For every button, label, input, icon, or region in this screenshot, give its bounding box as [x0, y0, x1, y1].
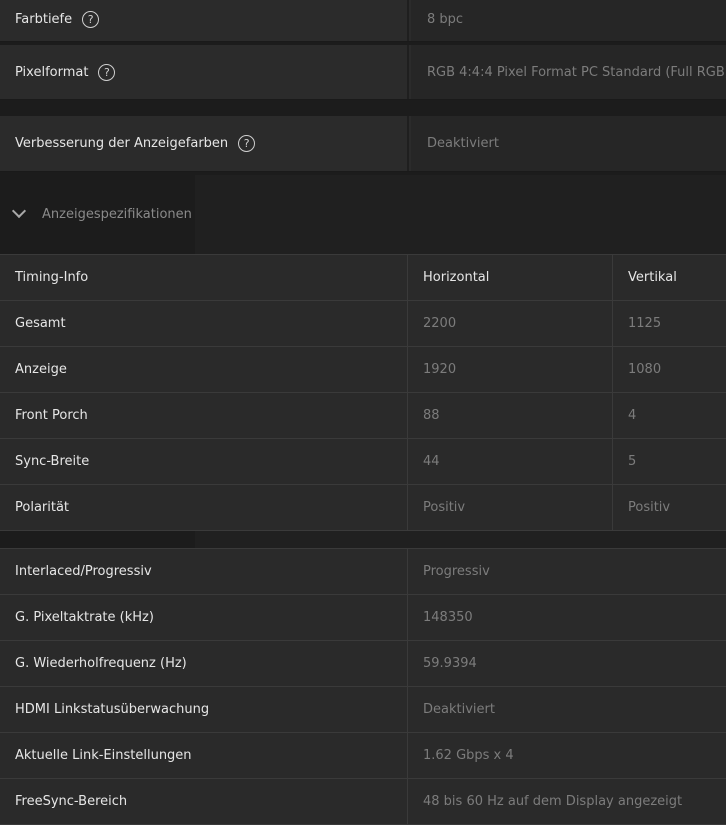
table-row: Anzeige 1920 1080 — [0, 347, 726, 393]
table-row: G. Pixeltaktrate (kHz) 148350 — [0, 595, 726, 641]
column-header: Horizontal — [408, 255, 613, 300]
row-label: G. Wiederholfrequenz (Hz) — [0, 641, 408, 686]
row-value: 1.62 Gbps x 4 — [423, 748, 514, 763]
setting-value-cell[interactable]: 8 bpc — [411, 0, 726, 41]
setting-value-cell[interactable]: RGB 4:4:4 Pixel Format PC Standard (Full… — [411, 45, 726, 99]
horizontal-value: 1920 — [408, 347, 613, 392]
row-value: Deaktiviert — [423, 702, 495, 717]
table-row: Aktuelle Link-Einstellungen 1.62 Gbps x … — [0, 733, 726, 779]
row-label: Interlaced/Progressiv — [0, 549, 408, 594]
table-row: Gesamt 2200 1125 — [0, 301, 726, 347]
vertical-value: 1080 — [628, 362, 662, 377]
setting-row-color-enhancement[interactable]: Verbesserung der Anzeigefarben ? Deaktiv… — [0, 116, 726, 172]
vertical-value: 1125 — [628, 316, 662, 331]
setting-label: Pixelformat — [15, 64, 89, 80]
setting-row-color-depth[interactable]: Farbtiefe ? 8 bpc — [0, 0, 726, 42]
setting-label-cell: Pixelformat ? — [0, 45, 409, 99]
horizontal-value: 2200 — [408, 301, 613, 346]
setting-label-cell: Verbesserung der Anzeigefarben ? — [0, 116, 409, 171]
row-label: Sync-Breite — [0, 439, 408, 484]
vertical-value: 4 — [628, 408, 637, 423]
section-title: Anzeigespezifikationen — [42, 206, 192, 222]
table-row: FreeSync-Bereich 48 bis 60 Hz auf dem Di… — [0, 779, 726, 825]
horizontal-value: 44 — [408, 439, 613, 484]
help-icon[interactable]: ? — [82, 11, 100, 28]
setting-value: Deaktiviert — [427, 136, 499, 151]
setting-label-cell: Farbtiefe ? — [0, 0, 409, 41]
table-row: Sync-Breite 44 5 — [0, 439, 726, 485]
help-icon[interactable]: ? — [238, 135, 256, 152]
row-label: FreeSync-Bereich — [0, 779, 408, 824]
setting-row-pixel-format[interactable]: Pixelformat ? RGB 4:4:4 Pixel Format PC … — [0, 45, 726, 100]
horizontal-value: Positiv — [408, 485, 613, 530]
chevron-down-icon[interactable] — [11, 203, 27, 219]
row-value: 148350 — [423, 610, 473, 625]
section-header-display-specs[interactable]: Anzeigespezifikationen — [0, 178, 726, 250]
row-label: G. Pixeltaktrate (kHz) — [0, 595, 408, 640]
table-row: Front Porch 88 4 — [0, 393, 726, 439]
row-value: 59.9394 — [423, 656, 477, 671]
setting-label: Verbesserung der Anzeigefarben — [15, 136, 229, 151]
setting-label: Farbtiefe — [15, 12, 73, 27]
vertical-value: Positiv — [628, 500, 671, 515]
row-value: 48 bis 60 Hz auf dem Display angezeigt — [423, 794, 683, 809]
column-header: Timing-Info — [0, 255, 408, 300]
row-label: Anzeige — [0, 347, 408, 392]
vertical-value: 5 — [628, 454, 637, 469]
row-label: HDMI Linkstatusüberwachung — [0, 687, 408, 732]
table-row: Interlaced/Progressiv Progressiv — [0, 549, 726, 595]
link-info-table: Interlaced/Progressiv Progressiv G. Pixe… — [0, 548, 726, 825]
setting-value: 8 bpc — [427, 12, 464, 27]
table-row: Polarität Positiv Positiv — [0, 485, 726, 531]
table-row: G. Wiederholfrequenz (Hz) 59.9394 — [0, 641, 726, 687]
setting-value-cell[interactable]: Deaktiviert — [411, 116, 726, 171]
row-label: Polarität — [0, 485, 408, 530]
row-value: Progressiv — [423, 564, 490, 579]
table-row: HDMI Linkstatusüberwachung Deaktiviert — [0, 687, 726, 733]
timing-table: Timing-Info Horizontal Vertikal Gesamt 2… — [0, 254, 726, 531]
table-header-row: Timing-Info Horizontal Vertikal — [0, 255, 726, 301]
setting-value: RGB 4:4:4 Pixel Format PC Standard (Full… — [427, 64, 726, 80]
row-label: Front Porch — [0, 393, 408, 438]
help-icon[interactable]: ? — [98, 63, 116, 81]
column-header: Vertikal — [628, 270, 677, 285]
row-label: Aktuelle Link-Einstellungen — [0, 733, 408, 778]
row-label: Gesamt — [0, 301, 408, 346]
horizontal-value: 88 — [408, 393, 613, 438]
